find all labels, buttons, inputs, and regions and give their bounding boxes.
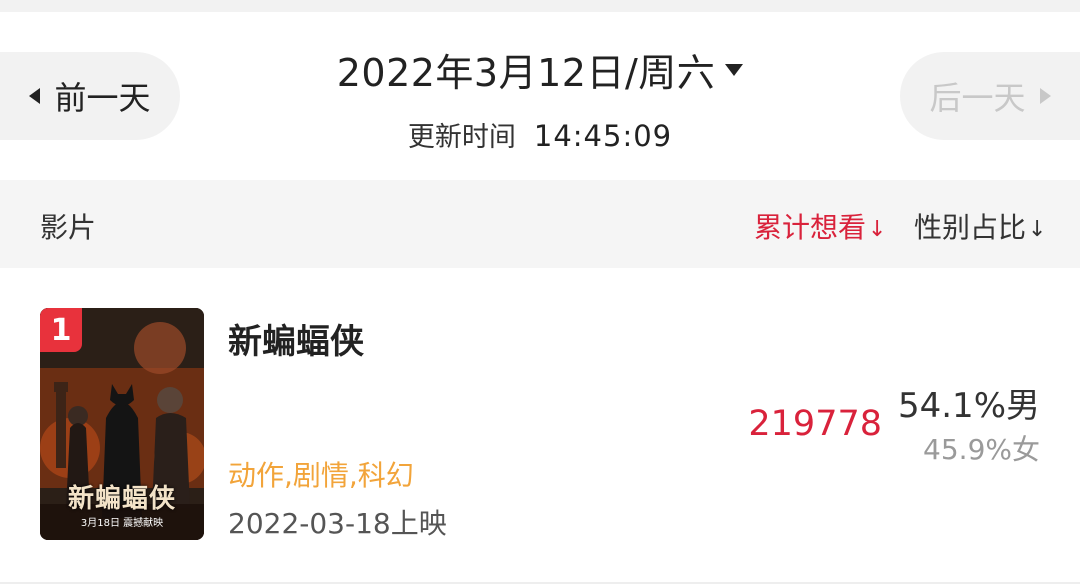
column-movie: 影片	[40, 211, 97, 244]
column-want-sort[interactable]: 累计想看↓	[754, 206, 886, 246]
movie-genres: 动作,剧情,科幻	[228, 459, 414, 492]
column-want-label: 累计想看	[754, 211, 867, 244]
column-gender-sort[interactable]: 性别占比↓	[914, 206, 1046, 246]
date-navigation: 前一天 2022年3月12日/周六 更新时间 14:45:09 后一天	[0, 12, 1080, 180]
triangle-right-icon	[1039, 88, 1051, 104]
date-title: 2022年3月12日/周六	[336, 51, 716, 95]
movie-release-date: 2022-03-18上映	[228, 507, 447, 540]
poster-date-art: 3月18日 震撼献映	[80, 518, 164, 529]
poster-title-art: 新蝙蝠侠	[67, 484, 176, 514]
movie-poster[interactable]: 1 新蝙蝠侠 3月18日 震撼献映	[40, 308, 204, 540]
next-day-button[interactable]: 后一天	[900, 52, 1080, 140]
update-time: 14:45:09	[533, 119, 673, 153]
column-gender-label: 性别占比	[914, 211, 1027, 244]
movie-row[interactable]: 1 新蝙蝠侠 3月18日 震撼献映 新蝙蝠侠 动作,剧情,科幻 2022-03-…	[0, 268, 1080, 584]
male-percentage: 54.1%男	[897, 386, 1040, 426]
next-day-label: 后一天	[929, 79, 1026, 117]
rank-badge: 1	[40, 308, 82, 352]
caret-down-icon	[725, 63, 744, 76]
want-count: 219778	[748, 404, 882, 444]
top-strip	[0, 0, 1080, 12]
movie-title[interactable]: 新蝙蝠侠	[228, 314, 364, 363]
date-picker[interactable]: 2022年3月12日/周六	[337, 42, 744, 97]
sort-down-icon: ↓	[1028, 217, 1047, 242]
update-label: 更新时间	[407, 122, 516, 153]
sort-down-icon: ↓	[868, 217, 887, 242]
column-header: 影片 累计想看↓ 性别占比↓	[0, 180, 1080, 268]
female-percentage: 45.9%女	[923, 433, 1040, 466]
